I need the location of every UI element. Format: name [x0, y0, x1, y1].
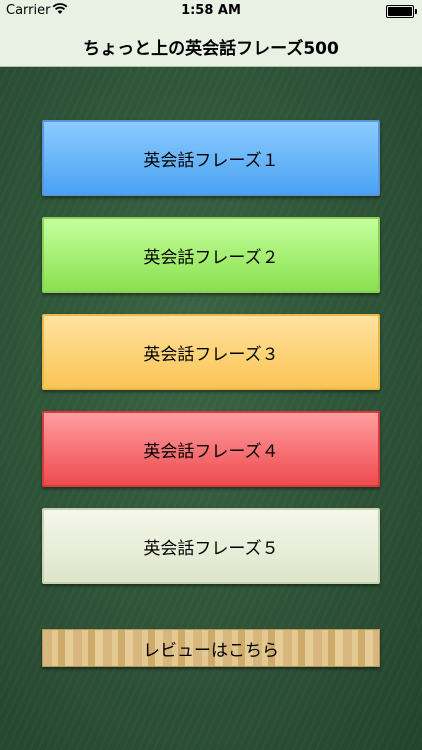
phrase-set-4-button[interactable]: 英会話フレーズ４: [42, 411, 380, 487]
status-bar: Carrier 1:58 AM: [0, 0, 422, 22]
review-button[interactable]: レビューはこちら: [42, 629, 380, 667]
status-time: 1:58 AM: [181, 3, 241, 18]
battery-level: [388, 7, 412, 16]
phrase-set-1-button[interactable]: 英会話フレーズ１: [42, 120, 380, 196]
phrase-set-2-button[interactable]: 英会話フレーズ２: [42, 217, 380, 293]
nav-bar: ちょっと上の英会話フレーズ500: [0, 22, 422, 67]
battery-icon: [386, 5, 417, 18]
phrase-set-5-button[interactable]: 英会話フレーズ５: [42, 508, 380, 584]
nav-title: ちょっと上の英会話フレーズ500: [83, 39, 339, 59]
phrase-set-3-button[interactable]: 英会話フレーズ３: [42, 314, 380, 390]
